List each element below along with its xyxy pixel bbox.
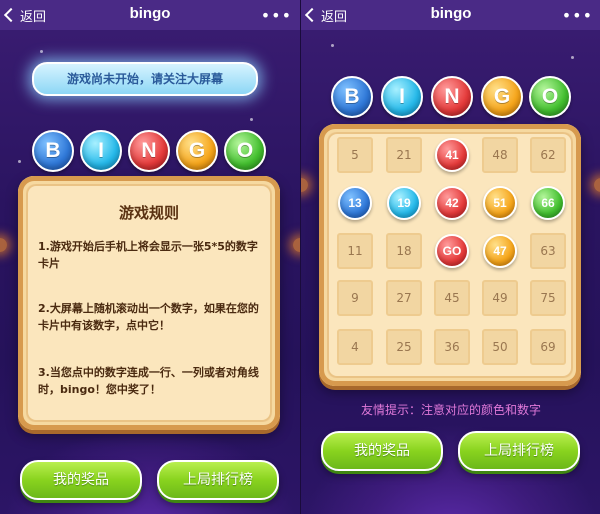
letter-ball-b: B <box>331 76 373 118</box>
marked-number-ball[interactable]: 13 <box>338 186 372 220</box>
free-go-cell[interactable]: GO <box>435 234 469 268</box>
rule-item: 1.游戏开始后手机上将会显示一张5*5的数字卡片 <box>38 240 258 270</box>
side-light <box>0 238 7 252</box>
letter: B <box>344 85 360 108</box>
letter-ball-g: G <box>176 130 218 172</box>
star-decoration <box>18 160 21 163</box>
navbar: 返回 bingo ••• <box>0 0 300 30</box>
page-title: bingo <box>430 5 472 22</box>
side-light <box>293 238 300 252</box>
side-light <box>594 178 600 192</box>
marked-number-ball[interactable]: 47 <box>483 234 517 268</box>
letter-ball-i: I <box>80 130 122 172</box>
number-cell[interactable]: 75 <box>530 280 566 316</box>
letter: N <box>444 85 460 108</box>
marked-number-ball[interactable]: 19 <box>387 186 421 220</box>
status-banner: 游戏尚未开始，请关注大屏幕 <box>32 62 258 96</box>
last-ranking-button[interactable]: 上局排行榜 <box>458 431 580 471</box>
page-title: bingo <box>129 5 171 22</box>
letter: I <box>399 85 405 108</box>
status-banner-text: 游戏尚未开始，请关注大屏幕 <box>66 72 223 86</box>
letter: O <box>541 85 559 108</box>
side-light <box>301 178 308 192</box>
more-dots-icon[interactable]: ••• <box>261 6 292 25</box>
marked-number-ball[interactable]: 51 <box>483 186 517 220</box>
number-cell[interactable]: 9 <box>337 280 373 316</box>
letter-ball-o: O <box>529 76 571 118</box>
marked-number-ball[interactable]: 41 <box>435 138 469 172</box>
rules-board: 游戏规则 1.游戏开始后手机上将会显示一张5*5的数字卡片 2.大屏幕上随机滚动… <box>18 176 280 430</box>
star-decoration <box>40 50 43 53</box>
navbar: 返回 bingo ••• <box>301 0 600 30</box>
letter: O <box>236 139 254 162</box>
marked-number-ball[interactable]: 42 <box>435 186 469 220</box>
screenshot: 返回 bingo ••• 游戏尚未开始，请关注大屏幕 B I N G O 游戏规… <box>0 0 600 514</box>
rules-title: 游戏规则 <box>118 204 179 222</box>
star-decoration <box>250 118 253 121</box>
star-decoration <box>571 56 574 59</box>
letter-ball-n: N <box>431 76 473 118</box>
rule-item: 3.当您点中的数字连成一行、一列或者对角线时，bingo！您中奖了！ <box>38 366 259 396</box>
letter: G <box>188 139 206 162</box>
letter: B <box>45 139 61 162</box>
letter-ball-n: N <box>128 130 170 172</box>
number-cell[interactable]: 49 <box>482 280 518 316</box>
marked-number-ball[interactable]: 66 <box>531 186 565 220</box>
number-cell[interactable]: 45 <box>434 280 470 316</box>
number-cell[interactable]: 5 <box>337 137 373 173</box>
number-cell[interactable]: 69 <box>530 329 566 365</box>
number-cell[interactable]: 18 <box>386 233 422 269</box>
letter-ball-b: B <box>32 130 74 172</box>
number-cell[interactable]: 48 <box>482 137 518 173</box>
number-cell[interactable]: 63 <box>530 233 566 269</box>
letter: I <box>98 139 104 162</box>
number-cell[interactable]: 27 <box>386 280 422 316</box>
letter-ball-i: I <box>381 76 423 118</box>
game-screen: 返回 bingo ••• B I N G O 5 21 41 48 62 13 19 42 51… <box>300 0 600 514</box>
my-prizes-button[interactable]: 我的奖品 <box>20 460 142 500</box>
number-cell[interactable]: 62 <box>530 137 566 173</box>
number-cell[interactable]: 21 <box>386 137 422 173</box>
last-ranking-button[interactable]: 上局排行榜 <box>157 460 279 500</box>
number-cell[interactable]: 36 <box>434 329 470 365</box>
hint-text: 友情提示：注意对应的颜色和数字 <box>360 403 541 417</box>
letter: G <box>493 85 511 108</box>
rules-screen: 返回 bingo ••• 游戏尚未开始，请关注大屏幕 B I N G O 游戏规… <box>0 0 300 514</box>
letter-ball-o: O <box>224 130 266 172</box>
number-cell[interactable]: 4 <box>337 329 373 365</box>
star-decoration <box>331 44 334 47</box>
number-cell[interactable]: 11 <box>337 233 373 269</box>
number-cell[interactable]: 50 <box>482 329 518 365</box>
letter-ball-g: G <box>481 76 523 118</box>
letter: N <box>141 139 157 162</box>
my-prizes-button[interactable]: 我的奖品 <box>321 431 443 471</box>
number-cell[interactable]: 25 <box>386 329 422 365</box>
rule-item: 2.大屏幕上随机滚动出一个数字，如果在您的卡片中有该数字，点中它！ <box>38 302 259 332</box>
more-dots-icon[interactable]: ••• <box>562 6 593 25</box>
